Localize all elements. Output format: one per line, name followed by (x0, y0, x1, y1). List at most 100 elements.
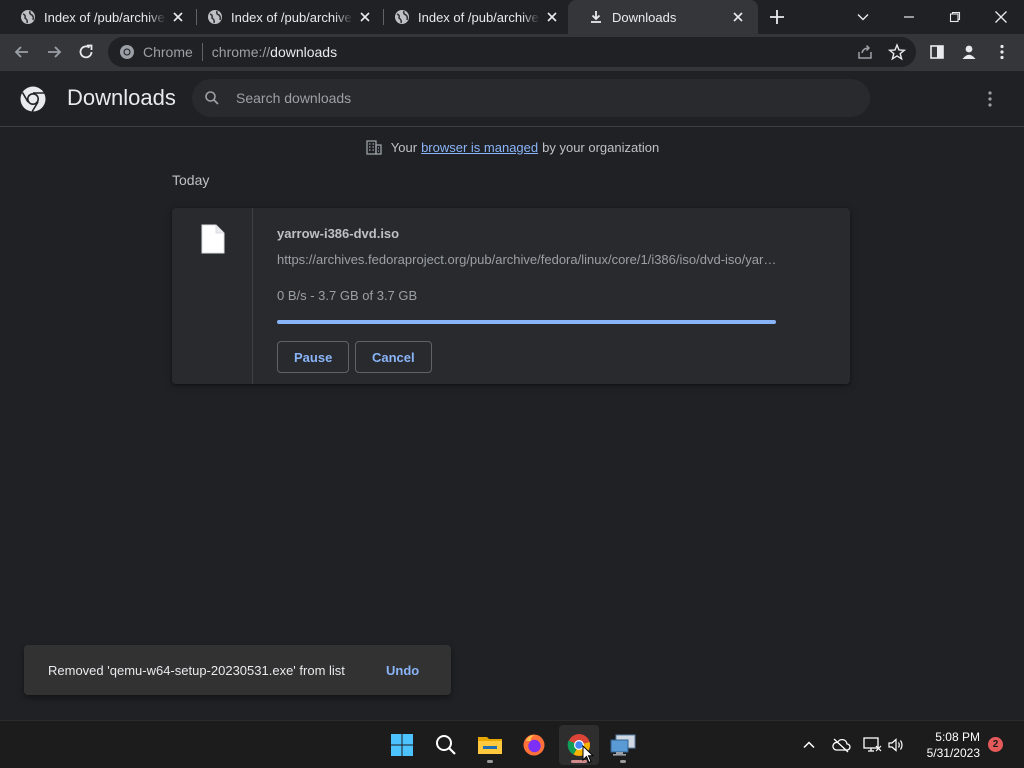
cancel-button[interactable]: Cancel (355, 341, 432, 373)
site-chip-label: Chrome (143, 44, 193, 60)
new-tab-icon[interactable] (767, 7, 787, 27)
tab-index-1[interactable]: Index of /pub/archive/fedora/linux/core/… (0, 0, 192, 34)
globe-icon (208, 10, 222, 24)
download-source-url[interactable]: https://archives.fedoraproject.org/pub/a… (277, 252, 777, 267)
managed-banner: Your browser is managed by your organiza… (0, 138, 1024, 156)
forward-arrow-icon (48, 46, 62, 58)
share-icon (858, 44, 872, 59)
chrome-logo-icon (20, 86, 46, 112)
side-panel-button[interactable] (927, 42, 947, 62)
page-title: Downloads (67, 85, 176, 110)
download-icon (591, 11, 601, 23)
windows-start-icon (391, 734, 413, 756)
removed-toast: Removed 'qemu-w64-setup-20230531.exe' fr… (24, 645, 451, 695)
notification-badge[interactable]: 2 (988, 737, 1003, 752)
download-status: 0 B/s - 3.7 GB of 3.7 GB (277, 288, 418, 303)
taskbar-remote-desktop[interactable] (603, 725, 643, 765)
forward-button[interactable] (44, 42, 64, 62)
reload-icon (79, 44, 93, 59)
tab-title: Index of /pub/archive/fedora/linux/core/… (44, 9, 166, 25)
close-icon[interactable] (544, 9, 560, 25)
chevron-down-icon (857, 14, 869, 21)
tab-strip: Index of /pub/archive/fedora/linux/core/… (0, 0, 1024, 34)
profile-button[interactable] (959, 42, 979, 62)
running-indicator (487, 760, 493, 763)
restore-icon (949, 11, 961, 23)
chrome-logo-icon (120, 45, 134, 59)
minimize-icon (904, 16, 914, 18)
back-button[interactable] (12, 42, 32, 62)
share-button[interactable] (856, 43, 874, 61)
firefox-icon (523, 734, 545, 756)
file-icon (201, 224, 225, 254)
start-button[interactable] (382, 725, 422, 765)
volume-tray-button[interactable] (886, 735, 906, 755)
network-icon (863, 737, 882, 752)
address-bar[interactable]: Chrome chrome://downloads (108, 37, 916, 67)
tab-search-button[interactable] (840, 0, 886, 34)
undo-button[interactable]: Undo (386, 663, 419, 678)
search-input[interactable] (236, 90, 836, 106)
download-progress-fill (277, 320, 776, 324)
download-item-card: yarrow-i386-dvd.iso https://archives.fed… (172, 208, 850, 384)
taskbar-firefox[interactable] (514, 725, 554, 765)
globe-icon (21, 10, 35, 24)
browser-toolbar: Chrome chrome://downloads (0, 34, 1024, 71)
downloads-menu-button[interactable] (980, 89, 1000, 109)
network-tray-button[interactable] (862, 735, 882, 755)
managed-text-suffix: by your organization (542, 139, 660, 155)
taskbar-file-explorer[interactable] (470, 725, 510, 765)
tab-title: Downloads (612, 9, 677, 25)
running-indicator (620, 760, 626, 763)
minimize-button[interactable] (886, 0, 932, 34)
managed-info-link[interactable]: browser is managed (421, 140, 538, 155)
reload-button[interactable] (76, 42, 96, 62)
show-hidden-icons-button[interactable] (799, 735, 819, 755)
remote-desktop-icon (610, 734, 636, 756)
file-explorer-icon (478, 737, 502, 754)
close-icon[interactable] (170, 9, 186, 25)
omnibox-separator (201, 43, 203, 61)
cloud-off-icon (832, 738, 851, 753)
close-window-button[interactable] (978, 0, 1024, 34)
back-arrow-icon (14, 46, 28, 58)
tab-index-2[interactable]: Index of /pub/archive/fedora/linux/core/… (187, 0, 379, 34)
search-icon (205, 91, 219, 105)
chevron-up-icon (803, 741, 815, 749)
date-section-label: Today (172, 172, 210, 188)
clock-date: 5/31/2023 (926, 746, 980, 760)
restore-button[interactable] (932, 0, 978, 34)
profile-icon (962, 45, 976, 59)
search-icon (436, 735, 456, 755)
url-host: downloads (270, 44, 338, 60)
card-divider (252, 208, 253, 384)
tab-index-3[interactable]: Index of /pub/archive/fedora/linux/core/… (374, 0, 566, 34)
tab-downloads[interactable]: Downloads (568, 0, 758, 34)
clock-time: 5:08 PM (935, 730, 980, 744)
close-icon (995, 11, 1007, 23)
chrome-menu-button[interactable] (992, 42, 1012, 62)
kebab-menu-icon (988, 91, 992, 107)
side-panel-icon (930, 45, 944, 59)
toast-message: Removed 'qemu-w64-setup-20230531.exe' fr… (48, 662, 345, 678)
kebab-menu-icon (1000, 44, 1004, 60)
download-file-name[interactable]: yarrow-i386-dvd.iso (277, 226, 399, 241)
downloads-header: Downloads (0, 71, 1024, 127)
star-icon (888, 43, 906, 61)
globe-icon (395, 10, 409, 24)
close-icon[interactable] (730, 9, 746, 25)
tab-title: Index of /pub/archive/fedora/linux/core/… (231, 9, 353, 25)
bookmark-button[interactable] (888, 43, 906, 61)
url-scheme: chrome:// (211, 44, 271, 60)
download-progress-bar (277, 320, 776, 324)
search-box[interactable] (192, 79, 870, 117)
building-icon (366, 140, 382, 155)
taskbar-clock[interactable]: 5:08 PM 5/31/2023 (910, 729, 980, 761)
tab-title: Index of /pub/archive/fedora/linux/core/… (418, 9, 540, 25)
onedrive-tray-button[interactable] (831, 735, 851, 755)
managed-text-prefix: Your (390, 139, 418, 155)
taskbar-search-button[interactable] (426, 725, 466, 765)
close-icon[interactable] (357, 9, 373, 25)
speaker-icon (888, 738, 903, 752)
pause-button[interactable]: Pause (277, 341, 350, 373)
